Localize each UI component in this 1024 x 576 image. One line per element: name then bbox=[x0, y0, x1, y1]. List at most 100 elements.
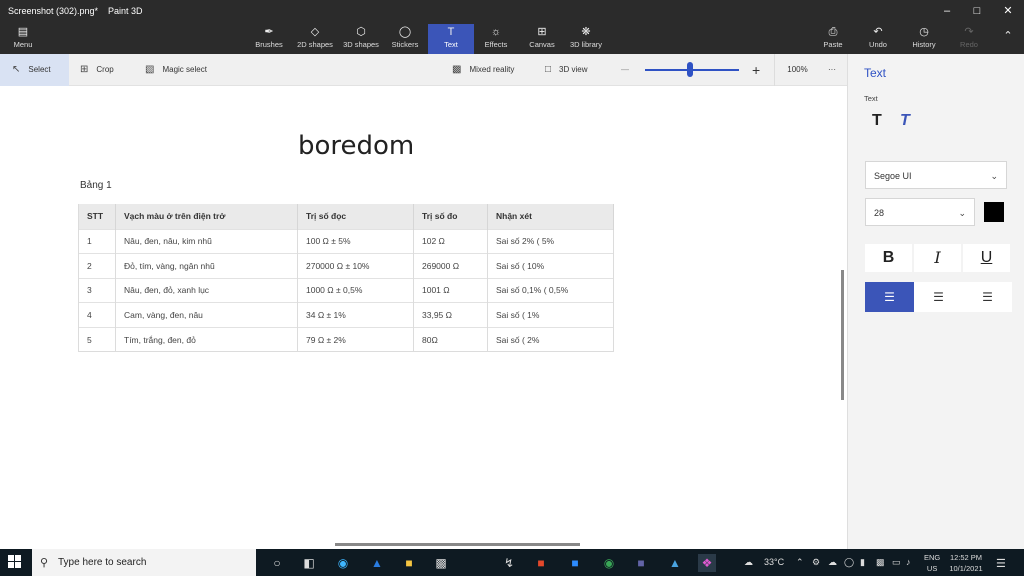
menu-icon: ▤ bbox=[17, 26, 29, 38]
teams-icon[interactable]: ■ bbox=[632, 554, 650, 572]
tool-stickers[interactable]: ◯ Stickers bbox=[388, 24, 422, 54]
text-properties-panel: Text Text T T Segoe UI ⌄ 28 ⌄ B I U ☰ ☰ … bbox=[847, 54, 1024, 549]
font-family-select[interactable]: Segoe UI ⌄ bbox=[865, 161, 1007, 189]
zoom-out-icon[interactable]: — bbox=[621, 54, 629, 86]
table-cell: Sai số ( 1% bbox=[487, 302, 614, 328]
crop-button[interactable]: ⊞ Crop bbox=[80, 54, 114, 86]
table-row: 2 Đỏ, tím, vàng, ngân nhũ 270000 Ω ± 10%… bbox=[78, 253, 614, 279]
table-cell: 34 Ω ± 1% bbox=[297, 302, 414, 328]
more-options-button[interactable]: ··· bbox=[824, 54, 840, 86]
office-icon[interactable]: ■ bbox=[532, 554, 550, 572]
vscode-icon[interactable]: ▲ bbox=[368, 554, 386, 572]
photos-icon[interactable]: ▲ bbox=[666, 554, 684, 572]
volume-icon[interactable]: ♪ bbox=[906, 557, 911, 567]
table-cell: 270000 Ω ± 10% bbox=[297, 253, 414, 279]
security-icon[interactable]: ◯ bbox=[844, 557, 854, 568]
vertical-scrollbar[interactable] bbox=[841, 270, 844, 400]
table-cell: 80Ω bbox=[413, 326, 488, 353]
italic-button[interactable]: I bbox=[914, 244, 961, 272]
redo-icon: ↷ bbox=[964, 26, 974, 38]
tool-3d-library[interactable]: ❋ 3D library bbox=[566, 24, 606, 54]
mixed-reality-button[interactable]: ▩ Mixed reality bbox=[452, 54, 514, 86]
chrome-icon[interactable]: ◉ bbox=[600, 554, 618, 572]
3d-view-icon: □ bbox=[545, 64, 552, 75]
cortana-icon[interactable]: ○ bbox=[268, 554, 286, 572]
underline-button[interactable]: U bbox=[963, 244, 1010, 272]
battery-icon[interactable]: ▮ bbox=[860, 557, 865, 568]
notification-icon[interactable]: ☰ bbox=[996, 557, 1006, 570]
store-icon[interactable]: ▩ bbox=[432, 554, 450, 572]
magic-select-button[interactable]: ▧ Magic select bbox=[145, 54, 207, 86]
system-clock[interactable]: 12:52 PM 10/1/2021 bbox=[947, 552, 985, 574]
text-icon: T bbox=[447, 26, 455, 38]
paste-button[interactable]: ⎙ Paste bbox=[818, 24, 848, 54]
3d-view-button[interactable]: □ 3D view bbox=[545, 54, 588, 86]
table-cell: Sai số 2% ( 5% bbox=[487, 228, 614, 254]
table-caption: Bảng 1 bbox=[80, 180, 112, 191]
paint-3d-icon[interactable]: ❖ bbox=[698, 554, 716, 572]
text-color-swatch[interactable] bbox=[984, 202, 1004, 222]
history-button[interactable]: ◷ History bbox=[906, 24, 942, 54]
2d-text-icon[interactable]: T bbox=[872, 112, 882, 130]
window-title: Screenshot (302).png* bbox=[8, 6, 99, 16]
chevron-down-icon: ⌄ bbox=[990, 171, 998, 181]
table-cell: 5 bbox=[78, 326, 116, 353]
undo-button[interactable]: ↶ Undo bbox=[863, 24, 893, 54]
tool-effects[interactable]: ☼ Effects bbox=[480, 24, 512, 54]
temperature[interactable]: 33°C bbox=[764, 557, 784, 567]
column-header: Trị số đo bbox=[413, 204, 488, 229]
tool-canvas[interactable]: ⊞ Canvas bbox=[526, 24, 558, 54]
edge-icon[interactable]: ◉ bbox=[334, 554, 352, 572]
app-icon[interactable]: ↯ bbox=[500, 554, 518, 572]
tool-3d-shapes[interactable]: ⬡ 3D shapes bbox=[340, 24, 382, 54]
panel-subtitle: Text bbox=[864, 94, 878, 103]
network-icon[interactable]: ▩ bbox=[876, 557, 885, 568]
minimize-icon[interactable]: – bbox=[932, 3, 962, 19]
table-cell: 100 Ω ± 5% bbox=[297, 228, 414, 254]
chevron-down-icon: ⌄ bbox=[958, 208, 966, 218]
crop-icon: ⊞ bbox=[80, 64, 89, 75]
tool-text[interactable]: T Text bbox=[428, 24, 474, 54]
table-cell: 79 Ω ± 2% bbox=[297, 326, 414, 353]
task-view-icon[interactable]: ◧ bbox=[300, 554, 318, 572]
chevron-up-icon: ⌃ bbox=[1003, 30, 1013, 42]
column-header: STT bbox=[78, 204, 116, 229]
tray-app-icon[interactable]: ⚙ bbox=[812, 557, 820, 568]
maximize-icon[interactable]: □ bbox=[962, 3, 992, 19]
table-row: 1 Nâu, đen, nâu, kim nhũ 100 Ω ± 5% 102 … bbox=[78, 228, 614, 254]
taskbar-search-box[interactable]: ⚲ Type here to search bbox=[32, 549, 256, 576]
language-indicator[interactable]: ENG US bbox=[924, 552, 940, 574]
display-icon[interactable]: ▭ bbox=[892, 557, 901, 568]
weather-icon[interactable]: ☁ bbox=[744, 557, 753, 568]
cloud-icon[interactable]: ☁ bbox=[828, 557, 837, 568]
horizontal-scrollbar[interactable] bbox=[335, 543, 580, 546]
table-cell: Sai số ( 10% bbox=[487, 253, 614, 279]
3d-text-icon[interactable]: T bbox=[900, 112, 910, 130]
align-center-button[interactable]: ☰ bbox=[914, 282, 963, 312]
windows-start-icon[interactable] bbox=[8, 555, 22, 569]
zoom-in-icon[interactable]: + bbox=[752, 54, 760, 86]
table-row: 5 Tím, trắng, đen, đỏ 79 Ω ± 2% 80Ω Sai … bbox=[78, 326, 614, 353]
align-right-button[interactable]: ☰ bbox=[963, 282, 1012, 312]
tray-chevron-icon[interactable]: ⌃ bbox=[796, 557, 804, 568]
close-icon[interactable]: ✕ bbox=[993, 3, 1023, 19]
sun-icon: ☼ bbox=[490, 26, 502, 38]
bold-button[interactable]: B bbox=[865, 244, 912, 272]
select-button[interactable]: ↖ Select bbox=[0, 54, 69, 86]
table-row: 4 Cam, vàng, đen, nâu 34 Ω ± 1% 33,95 Ω … bbox=[78, 302, 614, 328]
table-cell: 4 bbox=[78, 302, 116, 328]
text-object-title[interactable]: boredom bbox=[298, 131, 414, 161]
file-explorer-icon[interactable]: ■ bbox=[400, 554, 418, 572]
font-size-select[interactable]: 28 ⌄ bbox=[865, 198, 975, 226]
menu-button[interactable]: ▤ Menu bbox=[4, 24, 42, 54]
redo-button[interactable]: ↷ Redo bbox=[954, 24, 984, 54]
tool-brushes[interactable]: ✒ Brushes bbox=[252, 24, 286, 54]
zoom-level[interactable]: 100% bbox=[774, 54, 820, 86]
zoom-slider-thumb[interactable] bbox=[687, 62, 694, 77]
column-header: Vạch màu ở trên điện trở bbox=[115, 204, 298, 229]
align-left-button[interactable]: ☰ bbox=[865, 282, 914, 312]
tool-2d-shapes[interactable]: ◇ 2D shapes bbox=[294, 24, 336, 54]
paste-icon: ⎙ bbox=[828, 26, 838, 38]
table-cell: Cam, vàng, đen, nâu bbox=[115, 302, 298, 328]
zoom-app-icon[interactable]: ■ bbox=[566, 554, 584, 572]
